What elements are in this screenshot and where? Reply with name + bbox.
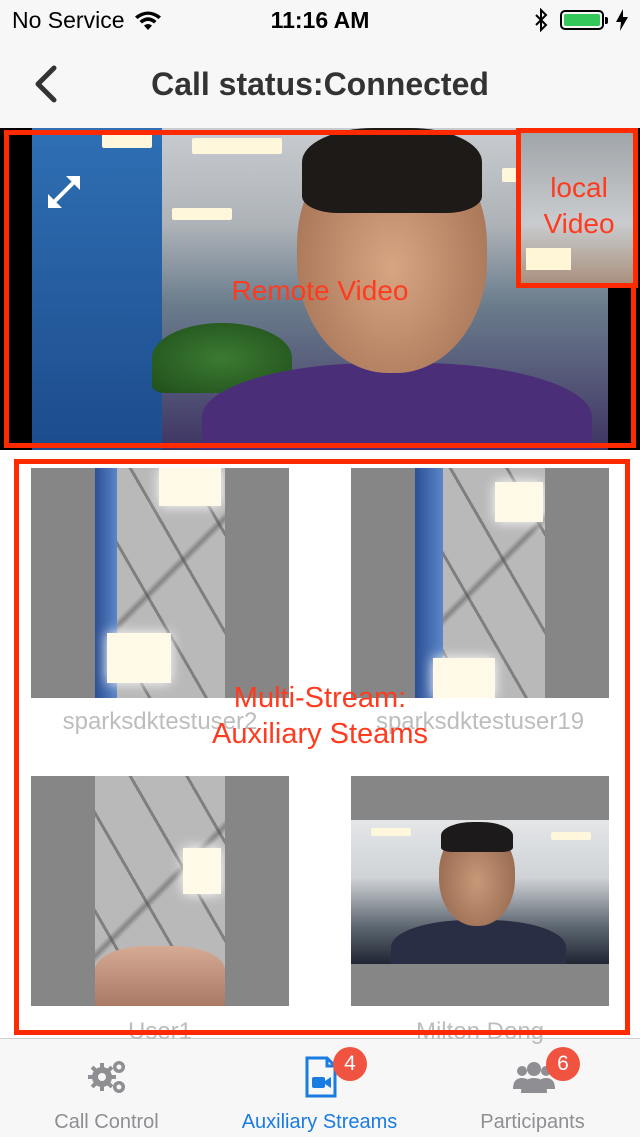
charging-bolt-icon bbox=[616, 9, 628, 31]
person-shirt bbox=[391, 920, 566, 964]
tab-call-control[interactable]: Call Control bbox=[0, 1039, 213, 1137]
battery-icon bbox=[560, 10, 608, 30]
aux-stream-video bbox=[415, 468, 545, 698]
aux-stream-tile[interactable] bbox=[351, 776, 609, 1006]
person-hair bbox=[441, 822, 513, 852]
tab-participants[interactable]: 6 Participants bbox=[426, 1039, 639, 1137]
ceiling-light bbox=[495, 482, 543, 522]
ceiling-light bbox=[183, 848, 221, 894]
aux-stream-video bbox=[95, 468, 225, 698]
ceiling-light bbox=[102, 134, 152, 148]
expand-arrows-icon bbox=[48, 176, 80, 208]
person-hair bbox=[302, 128, 482, 213]
aux-stream-tile[interactable] bbox=[31, 776, 289, 1006]
ceiling-light bbox=[159, 468, 221, 506]
user-arm bbox=[95, 946, 225, 1006]
status-bar-right bbox=[534, 8, 628, 32]
ceiling-light bbox=[107, 633, 171, 683]
navigation-bar: Call status:Connected bbox=[0, 40, 640, 128]
page-title: Call status:Connected bbox=[151, 66, 489, 102]
local-video-caption-line2: Video bbox=[543, 208, 615, 239]
aux-streams-caption-line1: Multi-Stream: bbox=[233, 682, 407, 714]
notification-badge: 4 bbox=[333, 1047, 367, 1081]
local-video-caption: local Video bbox=[524, 170, 634, 242]
bluetooth-icon bbox=[535, 8, 548, 32]
battery-level-fill bbox=[564, 14, 600, 26]
aux-streams-caption: Multi-Stream: Auxiliary Steams bbox=[0, 680, 640, 752]
aux-stream-video bbox=[95, 776, 225, 1006]
ceiling-light bbox=[192, 138, 282, 154]
notification-badge: 6 bbox=[546, 1047, 580, 1081]
aux-stream-name: User1 bbox=[127, 1018, 193, 1045]
aux-stream-tile[interactable] bbox=[351, 468, 609, 698]
ceiling-light bbox=[371, 828, 411, 836]
tab-bar: Call Control 4 Auxiliary Streams 6 Parti… bbox=[0, 1038, 640, 1137]
gears-icon bbox=[88, 1061, 125, 1093]
ceiling-light bbox=[172, 208, 232, 220]
ceiling-light bbox=[551, 832, 591, 840]
ceiling-light bbox=[526, 248, 571, 270]
tab-label: Participants bbox=[480, 1111, 585, 1133]
tab-auxiliary-streams[interactable]: 4 Auxiliary Streams bbox=[213, 1039, 426, 1137]
local-video-caption-line1: local bbox=[550, 172, 608, 203]
aux-stream-tile[interactable] bbox=[31, 468, 289, 698]
tab-label: Auxiliary Streams bbox=[241, 1111, 398, 1133]
expand-video-button[interactable] bbox=[40, 168, 88, 216]
status-bar: No Service 11:16 AM bbox=[0, 0, 640, 40]
person-shirt bbox=[202, 363, 592, 450]
aux-streams-caption-line2: Auxiliary Steams bbox=[212, 718, 428, 750]
tab-label: Call Control bbox=[54, 1111, 159, 1133]
aux-stream-video bbox=[351, 820, 609, 964]
aux-stream-name: Milton Dong bbox=[415, 1018, 545, 1045]
